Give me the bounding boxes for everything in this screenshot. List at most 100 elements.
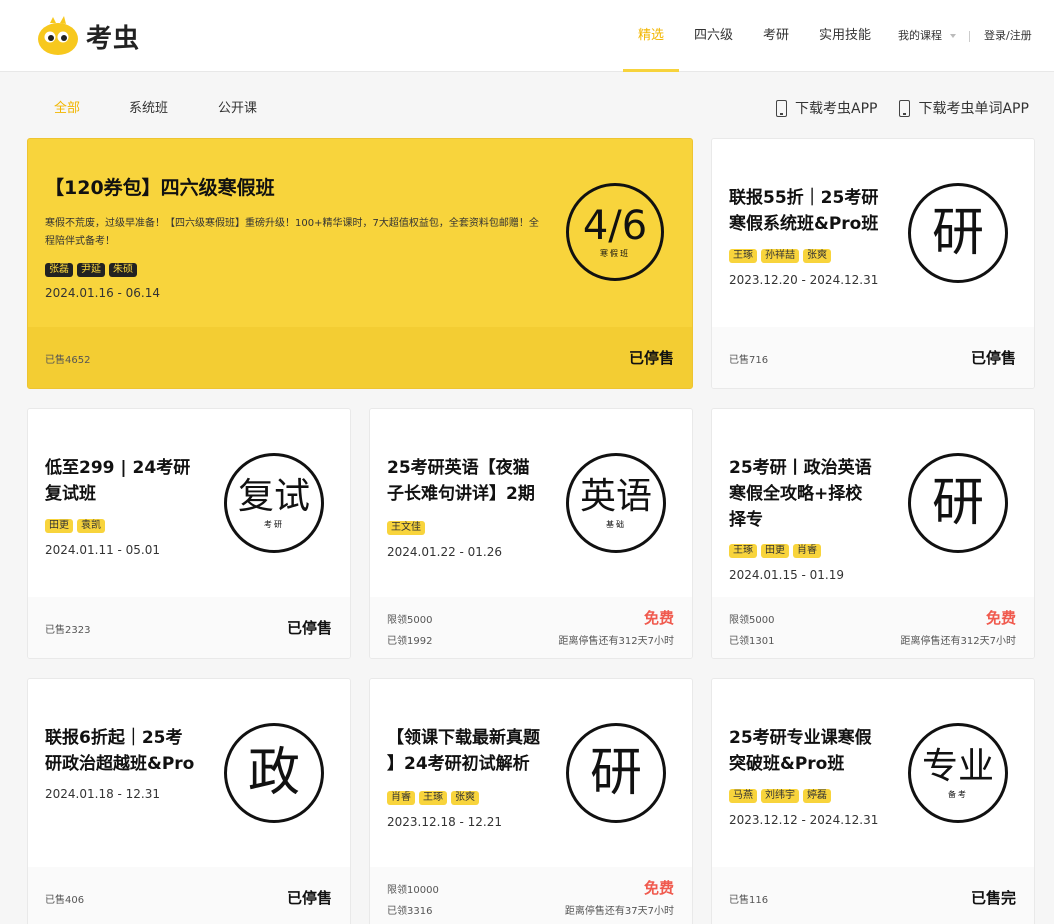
card-body: 【领课下载最新真题 】24考研初试解析 肖睿 王琢 张爽 2023.12.18 … — [370, 679, 692, 867]
nav-item-skills[interactable]: 实用技能 — [804, 0, 886, 72]
course-card[interactable]: 【领课下载最新真题 】24考研初试解析 肖睿 王琢 张爽 2023.12.18 … — [369, 678, 693, 924]
card-title: 【120券包】四六级寒假班 — [45, 175, 275, 201]
chevron-down-icon — [950, 34, 956, 38]
course-date: 2024.01.18 - 12.31 — [45, 787, 160, 801]
card-title-line: 】24考研初试解析 — [387, 751, 530, 777]
price-free: 免费 — [644, 877, 674, 898]
course-date: 2024.01.22 - 01.26 — [387, 545, 502, 559]
card-body: 25考研专业课寒假 突破班&Pro班 马燕 刘纬宇 婷磊 2023.12.12 … — [712, 679, 1034, 867]
teacher-tag: 袁凯 — [77, 519, 105, 533]
download-words-app-link[interactable]: 下载考虫单词APP — [899, 98, 1028, 118]
course-card-featured[interactable]: 【120券包】四六级寒假班 寒假不荒废，过级早准备！【四六级寒假班】重磅升级！1… — [27, 138, 693, 389]
card-title-line: 低至299 | 24考研 — [45, 455, 190, 481]
badge-text: 英语 — [580, 477, 652, 517]
sold-count: 已售116 — [729, 891, 768, 906]
category-filters: 全部 系统班 公开课 — [54, 97, 257, 116]
claimed-count: 已领3316 — [387, 902, 432, 917]
card-title-line: 25考研丨政治英语 — [729, 455, 872, 481]
course-badge: 研 — [908, 183, 1008, 283]
course-badge: 4/6 寒假班 — [566, 183, 664, 281]
card-footer: 限领5000 已领1301 免费 距离停售还有312天7小时 — [712, 597, 1034, 658]
teacher-tags: 马燕 刘纬宇 婷磊 — [729, 789, 831, 803]
course-card[interactable]: 低至299 | 24考研 复试班 田更 袁凯 2024.01.11 - 05.0… — [27, 408, 351, 659]
sale-countdown: 距离停售还有312天7小时 — [901, 632, 1016, 647]
card-title-line: 择专 — [729, 507, 763, 533]
teacher-tag: 刘纬宇 — [761, 789, 799, 803]
my-courses-dropdown[interactable]: 我的课程 — [898, 0, 956, 72]
course-card[interactable]: 25考研专业课寒假 突破班&Pro班 马燕 刘纬宇 婷磊 2023.12.12 … — [711, 678, 1035, 924]
teacher-tags: 田更 袁凯 — [45, 519, 105, 533]
course-card[interactable]: 联报6折起｜25考 研政治超越班&Pro 2024.01.18 - 12.31 … — [27, 678, 351, 924]
teacher-tag: 肖睿 — [387, 791, 415, 805]
teacher-tag: 朱硕 — [109, 263, 137, 277]
filter-system-class[interactable]: 系统班 — [129, 97, 218, 116]
course-card[interactable]: 25考研英语【夜猫 子长难句讲详】2期 王文佳 2024.01.22 - 01.… — [369, 408, 693, 659]
course-card[interactable]: 25考研丨政治英语 寒假全攻略+择校 择专 王琢 田更 肖睿 2024.01.1… — [711, 408, 1035, 659]
course-badge: 复试 考研 — [224, 453, 324, 553]
teacher-tag: 张爽 — [803, 249, 831, 263]
card-body: 联报6折起｜25考 研政治超越班&Pro 2024.01.18 - 12.31 … — [28, 679, 350, 867]
badge-text: 研 — [932, 475, 984, 531]
claimed-count: 已领1301 — [729, 632, 774, 647]
login-register-link[interactable]: 登录/注册 — [984, 0, 1032, 72]
card-title-line: 25考研英语【夜猫 — [387, 455, 530, 481]
card-footer: 已售2323 已停售 — [28, 597, 350, 658]
teacher-tags: 肖睿 王琢 张爽 — [387, 791, 479, 805]
card-footer: 已售406 已停售 — [28, 867, 350, 924]
card-body: 【120券包】四六级寒假班 寒假不荒废，过级早准备！【四六级寒假班】重磅升级！1… — [28, 139, 692, 327]
teacher-tag: 田更 — [45, 519, 73, 533]
sold-count: 已售406 — [45, 891, 84, 906]
sold-count: 已售716 — [729, 351, 768, 366]
course-badge: 英语 基础 — [566, 453, 666, 553]
course-date: 2024.01.11 - 05.01 — [45, 543, 160, 557]
phone-icon — [899, 100, 910, 117]
badge-text: 研 — [590, 745, 642, 801]
download-app-link[interactable]: 下载考虫APP — [776, 98, 877, 118]
card-title-line: 联报55折｜25考研 — [729, 185, 878, 211]
course-badge: 专业 备考 — [908, 723, 1008, 823]
badge-text: 专业 — [922, 747, 994, 787]
card-title-line: 【领课下载最新真题 — [387, 725, 540, 751]
badge-subtext: 基础 — [606, 519, 626, 530]
nav-item-featured[interactable]: 精选 — [623, 0, 679, 72]
logo-bird-icon — [36, 14, 80, 58]
teacher-tag: 婷磊 — [803, 789, 831, 803]
badge-subtext: 考研 — [264, 519, 284, 530]
header-divider — [969, 31, 970, 42]
price-free: 免费 — [986, 607, 1016, 628]
card-footer: 已售716 已停售 — [712, 327, 1034, 388]
card-title-line: 子长难句讲详】2期 — [387, 481, 535, 507]
filter-all[interactable]: 全部 — [54, 97, 129, 116]
sold-count: 已售2323 — [45, 621, 90, 636]
sale-status: 已停售 — [971, 347, 1016, 368]
course-date: 2023.12.20 - 2024.12.31 — [729, 273, 878, 287]
claim-limit: 限领5000 — [387, 611, 432, 626]
card-title-line: 寒假系统班&Pro班 — [729, 211, 878, 237]
filter-open-class[interactable]: 公开课 — [218, 97, 257, 116]
course-date: 2023.12.12 - 2024.12.31 — [729, 813, 878, 827]
card-footer: 已售4652 已停售 — [28, 327, 692, 388]
main-nav: 精选 四六级 考研 实用技能 — [623, 0, 886, 72]
sold-count: 已售4652 — [45, 351, 90, 366]
badge-subtext: 备考 — [948, 789, 968, 800]
badge-text: 复试 — [238, 477, 310, 517]
course-date: 2024.01.15 - 01.19 — [729, 568, 844, 582]
logo[interactable]: 考虫 — [36, 14, 140, 58]
teacher-tag: 王琢 — [729, 544, 757, 558]
nav-item-postgrad[interactable]: 考研 — [748, 0, 804, 72]
card-body: 25考研英语【夜猫 子长难句讲详】2期 王文佳 2024.01.22 - 01.… — [370, 409, 692, 597]
card-footer: 限领10000 已领3316 免费 距离停售还有37天7小时 — [370, 867, 692, 924]
claimed-count: 已领1992 — [387, 632, 432, 647]
teacher-tag: 孙祥喆 — [761, 249, 799, 263]
badge-text: 4/6 — [583, 206, 647, 246]
teacher-tag: 尹延 — [77, 263, 105, 277]
course-card[interactable]: 联报55折｜25考研 寒假系统班&Pro班 王琢 孙祥喆 张爽 2023.12.… — [711, 138, 1035, 389]
card-footer: 限领5000 已领1992 免费 距离停售还有312天7小时 — [370, 597, 692, 658]
badge-subtext: 寒假班 — [600, 248, 630, 259]
sale-status: 已停售 — [287, 887, 332, 908]
nav-item-cet[interactable]: 四六级 — [679, 0, 748, 72]
claim-limit: 限领5000 — [729, 611, 774, 626]
course-badge: 研 — [566, 723, 666, 823]
teacher-tags: 王文佳 — [387, 521, 425, 535]
claim-limit: 限领10000 — [387, 881, 439, 896]
